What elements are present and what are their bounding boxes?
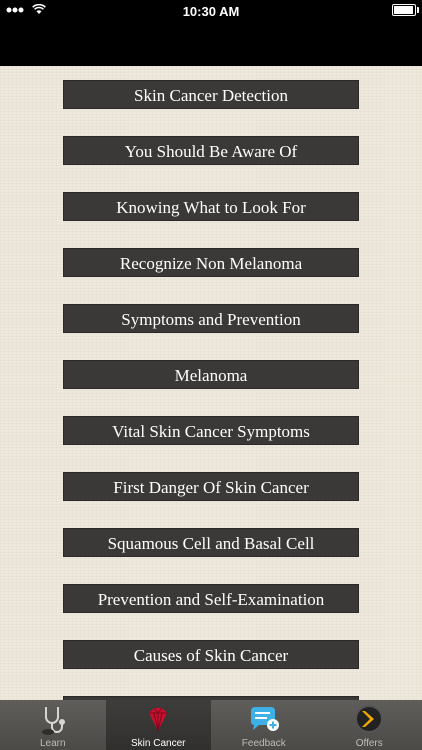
status-right: [392, 4, 419, 16]
menu-item-you-should-be-aware-of[interactable]: You Should Be Aware Of: [63, 136, 359, 165]
status-bar: 10:30 AM: [0, 0, 422, 66]
tab-offers-label: Offers: [355, 738, 383, 749]
menu-item-first-danger-of-skin-cancer[interactable]: First Danger Of Skin Cancer: [63, 472, 359, 501]
tab-feedback[interactable]: Feedback: [211, 700, 317, 750]
tab-offers[interactable]: Offers: [317, 700, 422, 750]
tab-skin-cancer-label: Skin Cancer: [131, 738, 186, 749]
menu-list: Skin Cancer Detection You Should Be Awar…: [63, 80, 359, 700]
tab-learn-label: Learn: [39, 738, 66, 749]
menu-item-symptoms-and-prevention[interactable]: Symptoms and Prevention: [63, 304, 359, 333]
menu-item-squamous-cell-and-basal-cell[interactable]: Squamous Cell and Basal Cell: [63, 528, 359, 557]
gem-icon: [149, 707, 168, 732]
menu-item-vital-skin-cancer-symptoms[interactable]: Vital Skin Cancer Symptoms: [63, 416, 359, 445]
battery-icon: [392, 4, 419, 16]
chevron-right-icon: [355, 705, 384, 733]
menu-item-knowing-what-to-look-for[interactable]: Knowing What to Look For: [63, 192, 359, 221]
tab-learn[interactable]: Learn: [0, 700, 106, 750]
menu-item-melanoma[interactable]: Melanoma: [63, 360, 359, 389]
menu-item-recognize-non-melanoma[interactable]: Recognize Non Melanoma: [63, 248, 359, 277]
stethoscope-icon: [41, 707, 65, 735]
chat-bubble-icon: [250, 707, 279, 731]
battery-fill: [394, 6, 413, 14]
menu-content[interactable]: Skin Cancer Detection You Should Be Awar…: [0, 66, 422, 700]
menu-item-causes-of-skin-cancer[interactable]: Causes of Skin Cancer: [63, 640, 359, 669]
status-time: 10:30 AM: [182, 4, 240, 19]
tab-feedback-label: Feedback: [241, 738, 286, 749]
tab-bar: Learn Skin Cancer Feedback Offers: [0, 700, 422, 750]
tab-skin-cancer[interactable]: Skin Cancer: [105, 700, 211, 750]
menu-item-skin-cancer-detection[interactable]: Skin Cancer Detection: [63, 80, 359, 109]
menu-item-prevention-and-self-examination[interactable]: Prevention and Self-Examination: [63, 584, 359, 613]
